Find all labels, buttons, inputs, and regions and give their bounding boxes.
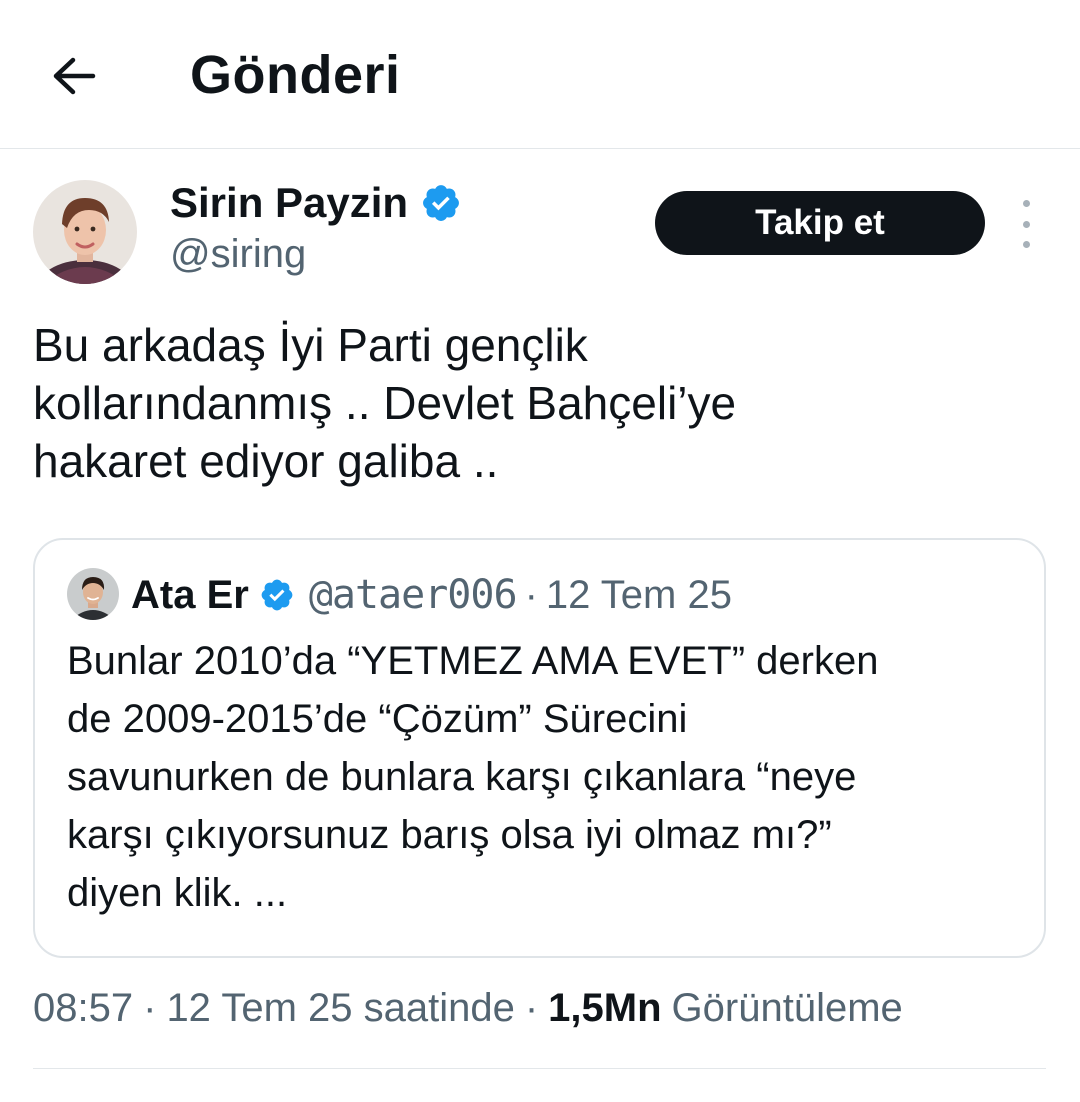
quoted-verified-badge-icon <box>259 577 295 613</box>
views-count[interactable]: 1,5Mn <box>548 986 661 1031</box>
tweet-text: Bu arkadaş İyi Parti gençlik kollarından… <box>33 319 737 487</box>
quoted-date: 12 Tem 25 <box>545 572 732 617</box>
top-bar: Gönderi <box>0 0 1080 149</box>
quoted-separator: · <box>524 572 538 617</box>
arrow-left-icon <box>53 57 96 95</box>
quoted-tweet-card[interactable]: Ata Er @ataer006 · 12 Tem 25 Bunlar 2010… <box>33 538 1046 958</box>
author-name[interactable]: Sirin Payzin <box>170 179 408 227</box>
meta-separator: · <box>143 986 157 1030</box>
divider <box>33 1068 1046 1069</box>
quoted-author-name: Ata Er <box>131 572 249 617</box>
views-label: Görüntüleme <box>671 986 903 1030</box>
meta-separator: · <box>524 986 539 1030</box>
back-button[interactable] <box>44 46 104 106</box>
author-name-row: Sirin Payzin <box>170 178 462 228</box>
author-handle[interactable]: @siring <box>170 232 306 277</box>
quoted-author-handle: @ataer006 <box>308 572 518 618</box>
tweet-meta: 08:57 · 12 Tem 25 saatinde · 1,5Mn Görün… <box>33 986 903 1031</box>
quoted-tweet-text: Bunlar 2010’da “YETMEZ AMA EVET” derken … <box>67 639 879 915</box>
verified-badge-icon <box>420 182 462 224</box>
follow-button[interactable]: Takip et <box>655 191 985 255</box>
quoted-header: Ata Er @ataer006 · 12 Tem 25 <box>131 570 732 620</box>
author-avatar[interactable] <box>33 180 137 284</box>
page-title: Gönderi <box>190 45 401 105</box>
tweet-time[interactable]: 08:57 <box>33 986 133 1031</box>
more-options-icon[interactable] <box>1008 200 1044 248</box>
tweet-date[interactable]: 12 Tem 25 saatinde <box>166 986 514 1031</box>
quoted-author-avatar[interactable] <box>67 568 119 620</box>
